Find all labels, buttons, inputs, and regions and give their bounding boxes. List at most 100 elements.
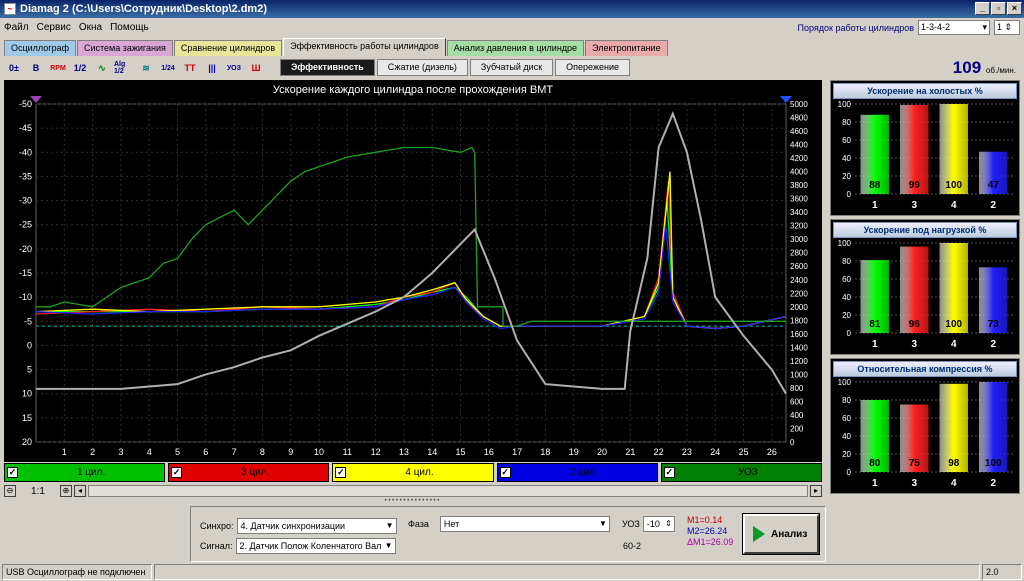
bar-y-tick: 100 [838,239,852,248]
y-right-tick-label: 1800 [790,316,808,325]
cylinder-order-select[interactable]: 1-3-4-2 ▾ [918,20,990,35]
cylinder-legend: ✓ 1 цил. ✓ 3 цил. ✓ 4 цил. ✓ 2 цил. ✓ УОЗ [4,463,823,482]
y-right-tick-label: 3400 [790,208,808,217]
zoom-in-icon[interactable]: ⊕ [60,485,72,497]
tab-cylinder-compare[interactable]: Сравнение цилиндров [173,40,283,56]
analyze-button[interactable]: Анализ [742,513,820,555]
bar-y-tick: 100 [838,100,852,109]
markers-icon[interactable]: TT [180,59,200,77]
minimize-button[interactable]: _ [975,2,990,15]
bar-category-label: 1 [872,339,878,350]
splitter-handle[interactable]: • • • • • • • • • • • • • • • [312,498,512,504]
bar-value-label: 96 [909,319,921,330]
cylinder-spinner[interactable]: 1 ⇕ [994,20,1020,35]
sync-select[interactable]: 4. Датчик синхронизации ▼ [236,518,397,534]
bar-category-label: 1 [872,478,878,489]
scroll-right-icon[interactable]: ▸ [810,485,822,497]
scale-24-icon[interactable]: 1/24 [158,59,178,77]
algorithm-icon[interactable]: Alg 1/2 [114,59,134,77]
measurements: M1=0.14 M2=26.24 ΔM1=26.09 [687,515,733,548]
zero-offset-icon[interactable]: 0± [4,59,24,77]
bars-icon[interactable]: ||| [202,59,222,77]
y-right-tick-label: 3200 [790,222,808,231]
scroll-left-icon[interactable]: ◂ [74,485,86,497]
y-left-tick-label: -45 [19,123,32,133]
bar-y-tick: 60 [842,414,851,423]
bar-y-tick: 20 [842,172,851,181]
y-right-tick-label: 2400 [790,276,808,285]
acceleration-chart[interactable]: Ускорение каждого цилиндра после прохожд… [4,80,822,462]
y-left-tick-label: 5 [27,365,32,375]
y-right-tick-label: 600 [790,397,804,406]
checkbox-icon[interactable]: ✓ [7,467,18,478]
x-tick-label: 25 [739,447,749,457]
legend-label: УОЗ [737,467,758,478]
menu-windows[interactable]: Окна [79,22,102,33]
idle-acceleration-panel: Ускорение на холостых % 100 80 60 40 20 0 88 1 9… [830,80,1020,216]
bold-b-icon[interactable]: B [26,59,46,77]
checkbox-icon[interactable]: ✓ [663,467,675,478]
x-tick-label: 21 [625,447,635,457]
bar-y-tick: 0 [847,468,852,477]
legend-cyl-3[interactable]: ✓ 3 цил. [168,463,330,482]
signal-value: 2. Датчик Полож Коленчатого Вал [239,541,382,551]
horizontal-scrollbar[interactable] [88,485,808,497]
uoz-icon[interactable]: УОЗ [224,59,244,77]
y-right-tick-label: 1200 [790,357,808,366]
play-icon [753,526,765,542]
subtab-efficiency[interactable]: Эффективность [280,59,375,76]
tab-ignition[interactable]: Система зажигания [77,40,173,56]
y-right-tick-label: 3800 [790,181,808,190]
acceleration-chart-svg: Ускорение каждого цилиндра после прохожд… [19,84,808,457]
subtab-compression-diesel[interactable]: Сжатие (дизель) [376,59,468,76]
chevron-down-icon: ▾ [982,22,987,32]
legend-cyl-4[interactable]: ✓ 4 цил. [332,463,494,482]
series-line-1 [35,181,787,330]
waveform-icon[interactable]: ∿ [92,59,112,77]
tab-pressure-analysis[interactable]: Анализ давления в цилиндре [446,40,585,56]
zoom-out-icon[interactable]: ⊖ [4,485,16,497]
subtab-advance[interactable]: Опережение [555,59,630,76]
y-left-tick-label: 15 [22,413,32,423]
menu-service[interactable]: Сервис [37,22,71,33]
phase-select[interactable]: Нет ▼ [439,516,610,532]
uoz-spinner[interactable]: -10 ⇕ [642,516,675,532]
cylinder-order: Порядок работы цилиндров 1-3-4-2 ▾ 1 ⇕ [798,20,1020,35]
maximize-button[interactable]: ▫ [991,2,1006,15]
menu-help[interactable]: Помощь [110,22,149,33]
bar-value-label: 80 [869,458,881,469]
signal-select[interactable]: 2. Датчик Полож Коленчатого Вал ▼ [235,538,396,554]
half-scale-icon[interactable]: 1/2 [70,59,90,77]
rpm-value: 109 [952,58,982,77]
checkbox-icon[interactable]: ✓ [499,467,511,478]
spin-arrows-icon: ⇕ [665,519,672,528]
load-acceleration-chart: 100 80 60 40 20 0 81 1 96 3 100 4 73 2 [838,239,1013,350]
y-left-tick-label: -50 [19,99,32,109]
phase-label: Фаза [408,519,429,529]
status-version: 2.0 [982,564,1022,580]
checkbox-icon[interactable]: ✓ [335,467,347,478]
y-left-tick-label: -10 [19,292,32,302]
export-icon[interactable]: Ш [246,59,266,77]
rpm-unit: об./мин. [985,66,1016,75]
x-tick-label: 19 [569,447,579,457]
legend-cyl-2[interactable]: ✓ 2 цил. [496,463,658,482]
waves-icon[interactable]: ≋ [136,59,156,77]
subtab-gear-disk[interactable]: Зубчатый диск [469,59,554,76]
tab-power-supply[interactable]: Электропитание [585,40,668,56]
legend-cyl-1[interactable]: ✓ 1 цил. [4,463,166,482]
load-acceleration-title: Ускорение под нагрузкой % [833,222,1017,238]
tab-oscilloscope[interactable]: Осциллограф [4,40,76,56]
close-button[interactable]: × [1007,2,1022,15]
y-right-tick-label: 4000 [790,168,808,177]
bar-y-tick: 20 [842,311,851,320]
bar-category-label: 3 [911,200,917,211]
legend-uoz[interactable]: ✓ УОЗ [660,463,823,482]
bar-value-label: 99 [909,180,921,191]
menu-file[interactable]: Файл [4,22,29,33]
sync-value: 4. Датчик синхронизации [240,521,346,531]
bar-y-tick: 60 [842,275,851,284]
tab-cylinder-efficiency[interactable]: Эффективность работы цилиндров [283,38,446,56]
rpm-icon[interactable]: RPM [48,59,68,77]
checkbox-icon[interactable]: ✓ [171,467,183,478]
